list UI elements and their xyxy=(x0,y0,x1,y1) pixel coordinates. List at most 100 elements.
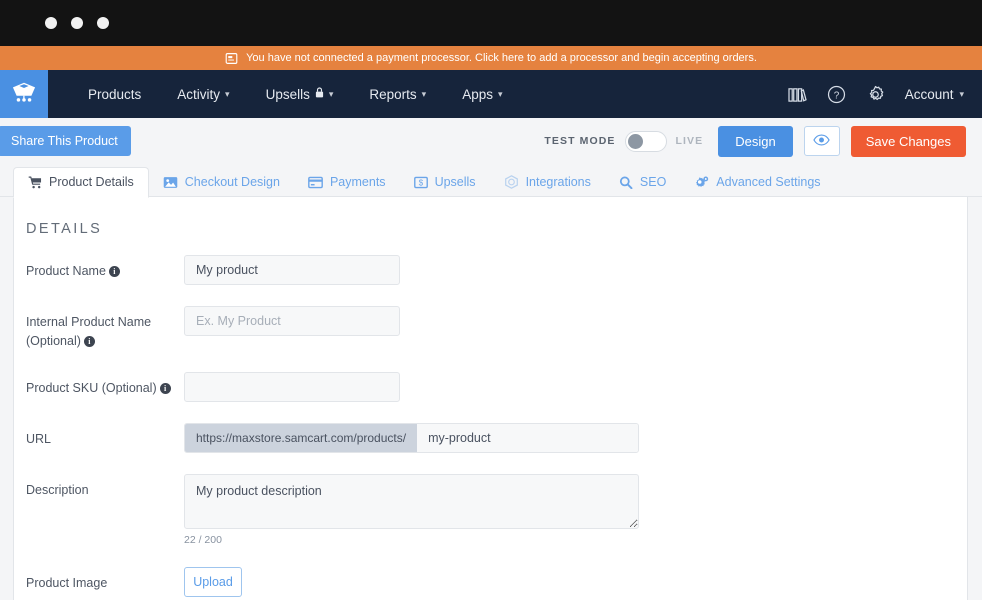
nav-item-products[interactable]: Products xyxy=(70,87,159,102)
dollar-box-icon: $ xyxy=(413,176,428,189)
tab-label: Payments xyxy=(329,175,386,189)
lock-icon xyxy=(315,87,324,101)
tab-product-details[interactable]: Product Details xyxy=(13,167,149,198)
main-navigation-bar: Products Activity ▾ Upsells ▾ Reports ▾ … xyxy=(0,70,982,118)
shopping-cart-logo-icon xyxy=(10,80,38,109)
upload-button[interactable]: Upload xyxy=(184,567,242,597)
nav-item-upsells[interactable]: Upsells ▾ xyxy=(248,87,352,102)
product-details-panel: DETAILS Product Namei Internal Product N… xyxy=(13,197,968,600)
product-action-bar: Share This Product TEST MODE LIVE Design… xyxy=(0,118,982,164)
share-this-product-button[interactable]: Share This Product xyxy=(0,126,131,156)
info-icon[interactable]: i xyxy=(159,383,171,394)
preview-button[interactable] xyxy=(803,126,840,156)
brand-logo[interactable] xyxy=(0,70,48,118)
action-bar-right: TEST MODE LIVE Design Save Changes xyxy=(544,125,982,157)
section-title: DETAILS xyxy=(26,221,103,237)
description-wrap: My product description 22 / 200 xyxy=(184,474,639,546)
info-icon[interactable]: i xyxy=(108,266,120,277)
help-circle-icon[interactable]: ? xyxy=(827,85,846,104)
nav-item-apps[interactable]: Apps ▾ xyxy=(444,87,520,102)
save-changes-button[interactable]: Save Changes xyxy=(850,125,966,157)
url-input-group: https://maxstore.samcart.com/products/ xyxy=(184,423,639,453)
tab-label: Advanced Settings xyxy=(716,175,821,189)
product-sku-input[interactable] xyxy=(184,372,400,402)
minimize-dot[interactable] xyxy=(71,17,83,29)
nav-right-actions: ? Account ▾ xyxy=(788,70,982,118)
url-slug-input[interactable] xyxy=(417,424,638,452)
maximize-dot[interactable] xyxy=(97,17,109,29)
live-label: LIVE xyxy=(675,135,704,147)
account-label: Account xyxy=(904,86,954,102)
details-form: Product Namei Internal Product Name (Opt… xyxy=(14,237,967,600)
url-label: URL xyxy=(26,432,52,446)
product-image-upload-group: Upload Image should be smaller than 2MB,… xyxy=(184,567,647,600)
window-title-bar xyxy=(0,0,982,46)
toggle-knob xyxy=(627,133,643,149)
tab-label: SEO xyxy=(639,175,667,189)
tab-label: Product Details xyxy=(49,175,134,189)
nav-label: Reports xyxy=(369,86,417,102)
library-books-icon[interactable] xyxy=(788,86,807,103)
payment-processor-alert-banner[interactable]: You have not connected a payment process… xyxy=(0,46,982,70)
form-row-product-image: Product Image Upload Image should be sma… xyxy=(26,567,967,600)
test-mode-switch-group: TEST MODE LIVE xyxy=(544,130,704,152)
svg-text:?: ? xyxy=(833,90,839,101)
form-row-product-sku: Product SKU (Optional) i xyxy=(26,372,967,402)
account-menu[interactable]: Account ▾ xyxy=(905,87,964,102)
tab-seo[interactable]: SEO xyxy=(605,168,680,197)
form-row-url: URL https://maxstore.samcart.com/product… xyxy=(26,423,967,453)
nav-label: Upsells xyxy=(265,86,310,102)
product-tab-bar: Product Details Checkout Design Payments xyxy=(0,164,982,198)
internal-product-name-label: Internal Product Name (Optional) i xyxy=(26,306,184,351)
search-icon xyxy=(619,176,633,189)
nav-label: Activity xyxy=(177,86,221,102)
eye-icon xyxy=(813,134,830,149)
test-live-toggle[interactable] xyxy=(624,130,667,152)
product-name-input[interactable] xyxy=(184,255,400,285)
nav-links: Products Activity ▾ Upsells ▾ Reports ▾ … xyxy=(70,70,521,118)
tab-payments[interactable]: Payments xyxy=(294,168,400,197)
nav-label: Products xyxy=(88,86,142,102)
payment-processor-icon xyxy=(225,52,238,65)
form-row-description: Description My product description 22 / … xyxy=(26,474,967,546)
product-name-label: Product Name i xyxy=(26,255,184,281)
test-mode-label: TEST MODE xyxy=(544,135,616,147)
tab-label: Upsells xyxy=(434,175,476,189)
description-textarea[interactable]: My product description xyxy=(184,474,639,529)
description-char-count: 22 / 200 xyxy=(184,534,222,546)
info-icon[interactable]: i xyxy=(83,336,95,347)
product-sku-label: Product SKU (Optional) i xyxy=(26,372,184,398)
gear-icon[interactable] xyxy=(866,85,885,104)
nav-item-reports[interactable]: Reports ▾ xyxy=(351,87,444,102)
description-label: Description xyxy=(26,483,89,497)
chevron-down-icon: ▾ xyxy=(497,88,503,99)
internal-product-name-input[interactable] xyxy=(184,306,400,336)
label-text-line1: Internal Product Name xyxy=(26,315,152,329)
tab-checkout-design[interactable]: Checkout Design xyxy=(149,168,294,197)
gears-icon xyxy=(694,176,709,189)
url-prefix: https://maxstore.samcart.com/products/ xyxy=(185,424,418,452)
label-text-line2: (Optional) xyxy=(26,334,81,348)
hexagon-icon xyxy=(504,175,519,189)
chevron-down-icon: ▾ xyxy=(959,88,964,99)
alert-message: You have not connected a payment process… xyxy=(246,52,757,64)
form-row-internal-product-name: Internal Product Name (Optional) i xyxy=(26,306,967,351)
close-dot[interactable] xyxy=(45,17,57,29)
tab-upsells[interactable]: $ Upsells xyxy=(400,168,490,197)
chevron-down-icon: ▾ xyxy=(421,88,427,99)
tab-advanced-settings[interactable]: Advanced Settings xyxy=(680,168,834,197)
credit-card-icon xyxy=(308,176,323,189)
design-button[interactable]: Design xyxy=(718,125,793,157)
tab-label: Integrations xyxy=(525,175,591,189)
form-row-product-name: Product Name i xyxy=(26,255,967,285)
tab-label: Checkout Design xyxy=(184,175,280,189)
chevron-down-icon: ▾ xyxy=(328,88,334,99)
nav-label: Apps xyxy=(462,86,493,102)
label-text: Product Name xyxy=(26,264,106,278)
chevron-down-icon: ▾ xyxy=(225,88,230,99)
tab-integrations[interactable]: Integrations xyxy=(490,168,605,197)
label-text: Product SKU (Optional) xyxy=(26,381,157,395)
image-icon xyxy=(163,176,178,189)
nav-item-activity[interactable]: Activity ▾ xyxy=(159,87,247,102)
product-image-label: Product Image xyxy=(26,576,108,590)
